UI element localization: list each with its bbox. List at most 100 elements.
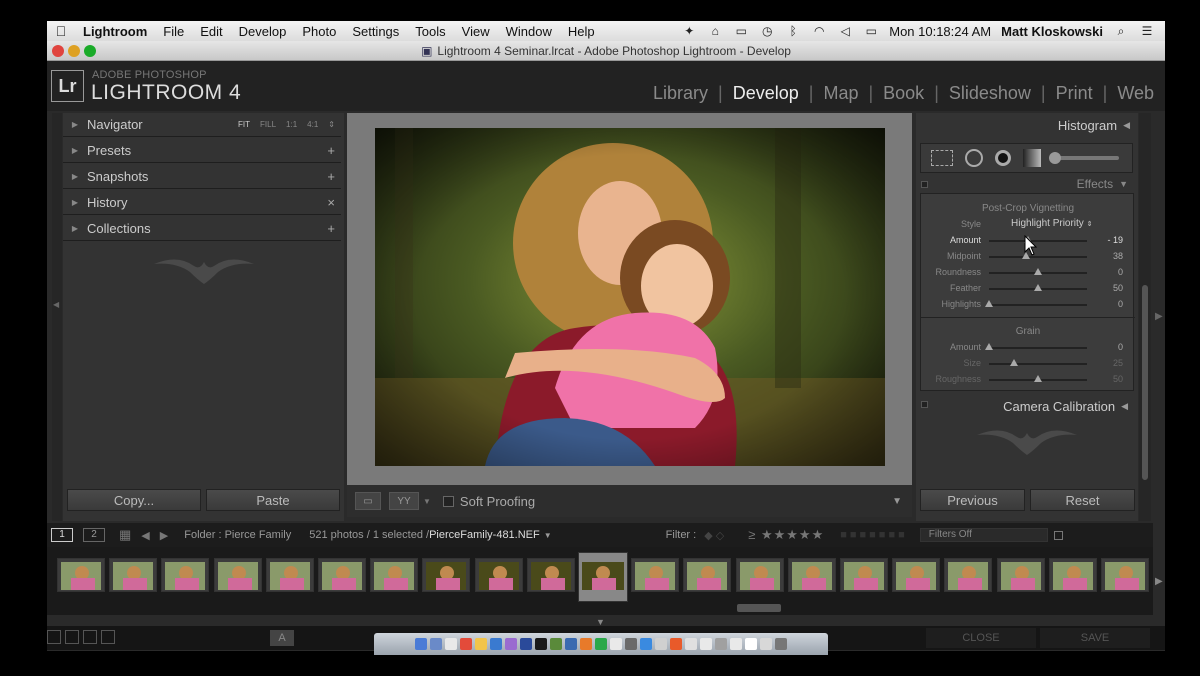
folder-source-label[interactable]: Folder : Pierce Family: [184, 529, 291, 541]
filmstrip-thumbnail[interactable]: [213, 558, 262, 592]
back-arrow-icon[interactable]: ◀: [141, 529, 149, 542]
presets-header[interactable]: ▶ Presets +: [63, 139, 341, 163]
dock-app-icon[interactable]: [595, 638, 607, 650]
effects-toggle-switch[interactable]: [921, 181, 928, 188]
before-after-button[interactable]: YY: [389, 492, 419, 510]
dock-app-icon[interactable]: [475, 638, 487, 650]
effects-header[interactable]: Effects ▼: [916, 175, 1138, 193]
dock-app-icon[interactable]: [670, 638, 682, 650]
toolbar-menu-icon[interactable]: ▼: [892, 496, 902, 507]
dock-app-icon[interactable]: [745, 638, 757, 650]
dock-app-icon[interactable]: [685, 638, 697, 650]
dock-app-icon[interactable]: [565, 638, 577, 650]
filters-off-select[interactable]: Filters Off: [919, 528, 1048, 542]
menu-help[interactable]: Help: [560, 24, 603, 39]
filmstrip-thumbnail[interactable]: [892, 558, 941, 592]
dock-app-icon[interactable]: [580, 638, 592, 650]
filmstrip-thumbnail[interactable]: [631, 558, 680, 592]
volume-icon[interactable]: ◁: [837, 24, 853, 38]
add-collection-button[interactable]: +: [327, 221, 341, 236]
filmstrip-thumbnail[interactable]: [1048, 558, 1097, 592]
loupe-icon[interactable]: [47, 630, 61, 644]
view-mode-dropdown-icon[interactable]: ▼: [423, 497, 431, 506]
dock-app-icon[interactable]: [655, 638, 667, 650]
dock-app-icon[interactable]: [415, 638, 427, 650]
filmstrip-thumbnail[interactable]: [57, 558, 105, 592]
menubar-user[interactable]: Matt Kloskowski: [1001, 24, 1103, 39]
slider-thumb[interactable]: [1010, 359, 1018, 366]
filmstrip-thumbnail[interactable]: [318, 558, 366, 592]
dock-app-icon[interactable]: [760, 638, 772, 650]
slider-value[interactable]: 25: [1113, 358, 1123, 368]
reset-button[interactable]: Reset: [1030, 489, 1135, 511]
wifi-icon[interactable]: ◠: [811, 24, 827, 38]
home-icon[interactable]: ⌂: [707, 24, 723, 38]
zoom-window-button[interactable]: [84, 45, 96, 57]
star-rating-filter[interactable]: ≥ ★★★★★: [748, 527, 824, 543]
menu-photo[interactable]: Photo: [294, 24, 344, 39]
filmstrip-thumbnail[interactable]: [578, 552, 628, 602]
module-print[interactable]: Print: [1056, 83, 1093, 104]
collections-header[interactable]: ▶ Collections +: [63, 217, 341, 241]
a-button[interactable]: A: [270, 630, 294, 646]
vignette-style-select[interactable]: Highlight Priority ⇕: [1011, 218, 1092, 229]
menu-view[interactable]: View: [454, 24, 498, 39]
zoom-1-1[interactable]: 1:1: [286, 120, 297, 129]
color-label-filter[interactable]: ■■■■■■■: [840, 529, 908, 541]
module-slideshow[interactable]: Slideshow: [949, 83, 1031, 104]
dock-app-icon[interactable]: [535, 638, 547, 650]
minimize-window-button[interactable]: [68, 45, 80, 57]
slider-value[interactable]: 0: [1118, 299, 1123, 309]
menu-window[interactable]: Window: [498, 24, 560, 39]
graduated-filter-icon[interactable]: [1023, 149, 1041, 167]
dock-app-icon[interactable]: [550, 638, 562, 650]
dock-app-icon[interactable]: [445, 638, 457, 650]
filmstrip-thumbnail[interactable]: [526, 558, 575, 592]
grid-icon[interactable]: [65, 630, 79, 644]
dock-app-icon[interactable]: [715, 638, 727, 650]
slider-value[interactable]: 0: [1118, 267, 1123, 277]
calibration-toggle-switch[interactable]: [921, 401, 928, 408]
soft-proofing-checkbox[interactable]: [442, 495, 454, 507]
slider-value[interactable]: - 19: [1107, 235, 1123, 245]
left-panel-collapse-icon[interactable]: ◀: [53, 300, 59, 309]
menu-lightroom[interactable]: Lightroom: [75, 24, 155, 39]
zoom-4-1[interactable]: 4:1: [307, 120, 318, 129]
filmstrip-thumbnail[interactable]: [265, 558, 314, 592]
dock-app-icon[interactable]: [700, 638, 712, 650]
filmstrip-thumbnail[interactable]: [840, 558, 888, 592]
clear-history-button[interactable]: ×: [327, 195, 341, 210]
filmstrip-thumbnail[interactable]: [370, 558, 419, 592]
slider-thumb[interactable]: [1034, 268, 1042, 275]
slider-value[interactable]: 38: [1113, 251, 1123, 261]
grid-view-icon[interactable]: ▦: [119, 527, 131, 543]
filmstrip-thumbnail[interactable]: [109, 558, 158, 592]
filmstrip-thumbnail[interactable]: [735, 558, 784, 592]
filmstrip-thumbnail[interactable]: [474, 558, 523, 592]
add-snapshot-button[interactable]: +: [327, 169, 341, 184]
filmstrip-thumbnail[interactable]: [996, 558, 1045, 592]
menubar-clock[interactable]: Mon 10:18:24 AM: [889, 24, 991, 39]
module-map[interactable]: Map: [823, 83, 858, 104]
slider-thumb[interactable]: [1034, 375, 1042, 382]
previous-button[interactable]: Previous: [920, 489, 1025, 511]
dock-app-icon[interactable]: [460, 638, 472, 650]
add-preset-button[interactable]: +: [327, 143, 341, 158]
close-button[interactable]: CLOSE: [926, 628, 1036, 648]
red-eye-icon[interactable]: [995, 150, 1011, 166]
filmstrip-thumbnail[interactable]: [422, 558, 471, 592]
camera-calibration-header[interactable]: Camera Calibration ◀: [916, 396, 1138, 416]
filmstrip-scroll-right-icon[interactable]: ▶: [1155, 576, 1163, 587]
slider-track[interactable]: [989, 347, 1087, 349]
survey-icon[interactable]: [101, 630, 115, 644]
compare-icon[interactable]: [83, 630, 97, 644]
module-book[interactable]: Book: [883, 83, 924, 104]
photo-preview[interactable]: [375, 128, 885, 466]
bluetooth-icon[interactable]: ᛒ: [785, 24, 801, 38]
slider-value[interactable]: 50: [1113, 374, 1123, 384]
dock-app-icon[interactable]: [505, 638, 517, 650]
right-panel-scrollbar[interactable]: [1142, 285, 1148, 480]
history-header[interactable]: ▶ History ×: [63, 191, 341, 215]
spotlight-icon[interactable]: ⌕: [1113, 24, 1129, 38]
zoom-fit[interactable]: FIT: [238, 120, 250, 129]
